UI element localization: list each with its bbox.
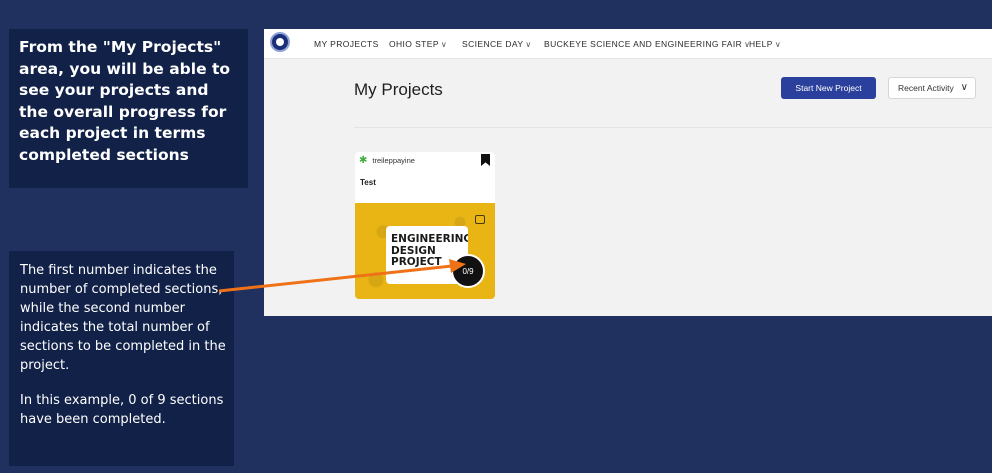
section-divider [354,127,992,128]
sort-select-value: Recent Activity [898,83,954,93]
top-navigation: MY PROJECTS OHIO STEP ∨ SCIENCE DAY ∨ BUCK… [264,29,992,59]
nav-label: HELP [749,39,773,49]
start-new-project-button[interactable]: Start New Project [781,77,876,99]
project-cover-image: ENGINEERING DESIGN PROJECT 0/9 [355,203,495,299]
project-card[interactable]: ✱ treileppayine Test ENGINEERING DESIGN … [355,152,495,299]
card-owner-name: treileppayine [372,156,415,165]
card-title: Test [360,178,376,187]
site-logo-icon[interactable] [270,32,290,52]
chevron-down-icon: ∨ [525,40,532,49]
nav-item-ohio-step[interactable]: OHIO STEP ∨ [389,39,447,49]
nav-item-help[interactable]: HELP ∨ [749,39,781,49]
chevron-down-icon: ∨ [774,40,782,49]
instruction-callout-top: From the "My Projects" area, you will be… [9,29,248,188]
user-avatar-icon: ✱ [359,155,368,166]
nav-item-buckeye-fair[interactable]: BUCKEYE SCIENCE AND ENGINEERING FAIR ∨ [544,39,750,49]
nav-label: BUCKEYE SCIENCE AND ENGINEERING FAIR [544,39,743,49]
nav-item-my-projects[interactable]: MY PROJECTS [314,39,379,49]
nav-label: OHIO STEP [389,39,439,49]
sort-select[interactable]: Recent Activity ∨ [888,77,976,99]
nav-label: SCIENCE DAY [462,39,524,49]
card-owner: ✱ treileppayine [359,155,415,166]
callout-bottom-paragraph-1: The first number indicates the number of… [20,263,226,373]
lock-icon [475,215,485,224]
instruction-callout-bottom: The first number indicates the number of… [9,251,234,466]
chevron-down-icon: ∨ [960,82,968,93]
callout-bottom-paragraph-2: In this example, 0 of 9 sections have be… [20,393,224,427]
nav-label: MY PROJECTS [314,39,379,49]
cover-label-line-1: ENGINEERING [391,233,468,245]
nav-item-science-day[interactable]: SCIENCE DAY ∨ [462,39,532,49]
app-screenshot: MY PROJECTS OHIO STEP ∨ SCIENCE DAY ∨ BUCK… [264,29,992,316]
progress-indicator: 0/9 [451,254,485,288]
callout-top-text: From the "My Projects" area, you will be… [19,38,231,164]
bookmark-icon[interactable] [481,154,490,166]
page-title: My Projects [354,80,443,99]
chevron-down-icon: ∨ [440,40,448,49]
